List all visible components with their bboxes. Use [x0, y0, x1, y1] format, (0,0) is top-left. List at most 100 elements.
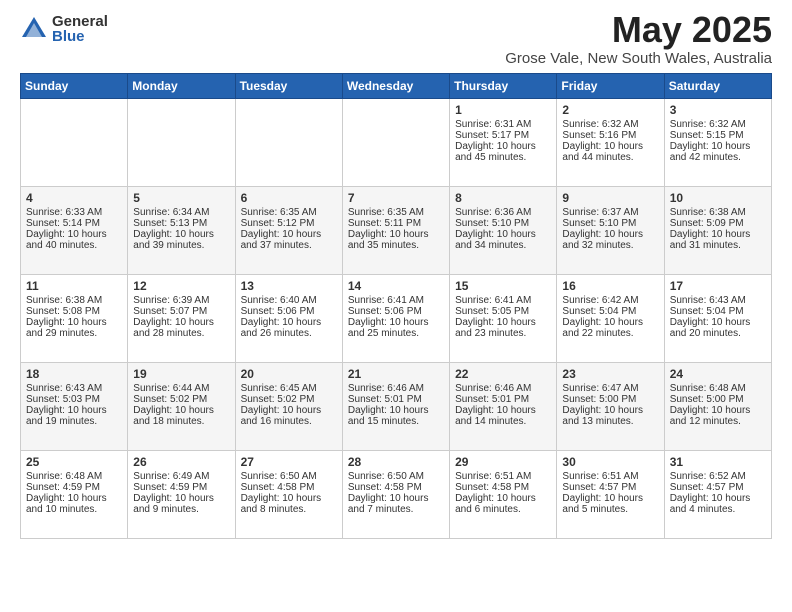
logo: General Blue	[20, 14, 108, 44]
calendar-cell: 22 Sunrise: 6:46 AM Sunset: 5:01 PM Dayl…	[450, 362, 557, 450]
day-header-sunday: Sunday	[21, 73, 128, 98]
calendar-cell: 21 Sunrise: 6:46 AM Sunset: 5:01 PM Dayl…	[342, 362, 449, 450]
calendar-cell: 3 Sunrise: 6:32 AM Sunset: 5:15 PM Dayli…	[664, 98, 771, 186]
day-header-saturday: Saturday	[664, 73, 771, 98]
sunrise-text: Sunrise: 6:41 AM	[348, 295, 424, 306]
daylight-text: Daylight: 10 hours and 34 minutes.	[455, 229, 536, 251]
sunset-text: Sunset: 4:59 PM	[133, 482, 207, 493]
day-number: 3	[670, 103, 766, 117]
daylight-text: Daylight: 10 hours and 32 minutes.	[562, 229, 643, 251]
day-number: 30	[562, 455, 658, 469]
sunrise-text: Sunrise: 6:38 AM	[26, 295, 102, 306]
calendar-cell: 4 Sunrise: 6:33 AM Sunset: 5:14 PM Dayli…	[21, 186, 128, 274]
calendar-cell	[235, 98, 342, 186]
day-header-wednesday: Wednesday	[342, 73, 449, 98]
calendar-cell: 26 Sunrise: 6:49 AM Sunset: 4:59 PM Dayl…	[128, 450, 235, 538]
calendar-cell: 1 Sunrise: 6:31 AM Sunset: 5:17 PM Dayli…	[450, 98, 557, 186]
sunset-text: Sunset: 4:57 PM	[562, 482, 636, 493]
day-header-row: SundayMondayTuesdayWednesdayThursdayFrid…	[21, 73, 772, 98]
location-subtitle: Grose Vale, New South Wales, Australia	[505, 50, 772, 67]
daylight-text: Daylight: 10 hours and 12 minutes.	[670, 405, 751, 427]
logo-blue-text: Blue	[52, 29, 108, 44]
daylight-text: Daylight: 10 hours and 22 minutes.	[562, 317, 643, 339]
sunrise-text: Sunrise: 6:50 AM	[241, 471, 317, 482]
sunset-text: Sunset: 5:09 PM	[670, 218, 744, 229]
daylight-text: Daylight: 10 hours and 42 minutes.	[670, 141, 751, 163]
sunset-text: Sunset: 5:01 PM	[455, 394, 529, 405]
calendar-cell: 31 Sunrise: 6:52 AM Sunset: 4:57 PM Dayl…	[664, 450, 771, 538]
logo-text: General Blue	[52, 14, 108, 44]
sunrise-text: Sunrise: 6:52 AM	[670, 471, 746, 482]
header: General Blue May 2025 Grose Vale, New So…	[20, 10, 772, 67]
daylight-text: Daylight: 10 hours and 44 minutes.	[562, 141, 643, 163]
daylight-text: Daylight: 10 hours and 6 minutes.	[455, 493, 536, 515]
sunset-text: Sunset: 5:01 PM	[348, 394, 422, 405]
day-number: 12	[133, 279, 229, 293]
day-number: 19	[133, 367, 229, 381]
calendar-week-row: 1 Sunrise: 6:31 AM Sunset: 5:17 PM Dayli…	[21, 98, 772, 186]
day-number: 25	[26, 455, 122, 469]
daylight-text: Daylight: 10 hours and 40 minutes.	[26, 229, 107, 251]
calendar-week-row: 11 Sunrise: 6:38 AM Sunset: 5:08 PM Dayl…	[21, 274, 772, 362]
calendar-cell	[128, 98, 235, 186]
calendar-cell	[21, 98, 128, 186]
calendar-cell: 23 Sunrise: 6:47 AM Sunset: 5:00 PM Dayl…	[557, 362, 664, 450]
daylight-text: Daylight: 10 hours and 5 minutes.	[562, 493, 643, 515]
sunset-text: Sunset: 4:57 PM	[670, 482, 744, 493]
title-area: May 2025 Grose Vale, New South Wales, Au…	[505, 10, 772, 67]
daylight-text: Daylight: 10 hours and 28 minutes.	[133, 317, 214, 339]
sunset-text: Sunset: 5:15 PM	[670, 130, 744, 141]
calendar-cell: 28 Sunrise: 6:50 AM Sunset: 4:58 PM Dayl…	[342, 450, 449, 538]
sunrise-text: Sunrise: 6:35 AM	[348, 207, 424, 218]
sunrise-text: Sunrise: 6:41 AM	[455, 295, 531, 306]
sunrise-text: Sunrise: 6:46 AM	[348, 383, 424, 394]
calendar-cell: 11 Sunrise: 6:38 AM Sunset: 5:08 PM Dayl…	[21, 274, 128, 362]
day-header-thursday: Thursday	[450, 73, 557, 98]
calendar-cell: 13 Sunrise: 6:40 AM Sunset: 5:06 PM Dayl…	[235, 274, 342, 362]
day-number: 9	[562, 191, 658, 205]
calendar-cell: 27 Sunrise: 6:50 AM Sunset: 4:58 PM Dayl…	[235, 450, 342, 538]
daylight-text: Daylight: 10 hours and 39 minutes.	[133, 229, 214, 251]
calendar-cell: 17 Sunrise: 6:43 AM Sunset: 5:04 PM Dayl…	[664, 274, 771, 362]
sunrise-text: Sunrise: 6:44 AM	[133, 383, 209, 394]
sunset-text: Sunset: 5:10 PM	[562, 218, 636, 229]
day-number: 2	[562, 103, 658, 117]
calendar-cell: 7 Sunrise: 6:35 AM Sunset: 5:11 PM Dayli…	[342, 186, 449, 274]
sunset-text: Sunset: 5:00 PM	[670, 394, 744, 405]
sunset-text: Sunset: 5:05 PM	[455, 306, 529, 317]
daylight-text: Daylight: 10 hours and 37 minutes.	[241, 229, 322, 251]
daylight-text: Daylight: 10 hours and 16 minutes.	[241, 405, 322, 427]
sunset-text: Sunset: 5:13 PM	[133, 218, 207, 229]
day-number: 11	[26, 279, 122, 293]
sunset-text: Sunset: 5:14 PM	[26, 218, 100, 229]
calendar-cell: 12 Sunrise: 6:39 AM Sunset: 5:07 PM Dayl…	[128, 274, 235, 362]
sunrise-text: Sunrise: 6:48 AM	[670, 383, 746, 394]
calendar-cell: 20 Sunrise: 6:45 AM Sunset: 5:02 PM Dayl…	[235, 362, 342, 450]
calendar-cell: 5 Sunrise: 6:34 AM Sunset: 5:13 PM Dayli…	[128, 186, 235, 274]
calendar-cell: 10 Sunrise: 6:38 AM Sunset: 5:09 PM Dayl…	[664, 186, 771, 274]
sunset-text: Sunset: 5:02 PM	[133, 394, 207, 405]
sunset-text: Sunset: 5:04 PM	[562, 306, 636, 317]
day-number: 24	[670, 367, 766, 381]
calendar-cell: 25 Sunrise: 6:48 AM Sunset: 4:59 PM Dayl…	[21, 450, 128, 538]
day-number: 21	[348, 367, 444, 381]
day-number: 22	[455, 367, 551, 381]
sunrise-text: Sunrise: 6:32 AM	[670, 119, 746, 130]
sunset-text: Sunset: 5:06 PM	[348, 306, 422, 317]
sunrise-text: Sunrise: 6:42 AM	[562, 295, 638, 306]
sunrise-text: Sunrise: 6:34 AM	[133, 207, 209, 218]
daylight-text: Daylight: 10 hours and 15 minutes.	[348, 405, 429, 427]
sunset-text: Sunset: 5:12 PM	[241, 218, 315, 229]
day-number: 6	[241, 191, 337, 205]
sunrise-text: Sunrise: 6:31 AM	[455, 119, 531, 130]
daylight-text: Daylight: 10 hours and 23 minutes.	[455, 317, 536, 339]
sunset-text: Sunset: 5:10 PM	[455, 218, 529, 229]
daylight-text: Daylight: 10 hours and 26 minutes.	[241, 317, 322, 339]
day-number: 18	[26, 367, 122, 381]
sunset-text: Sunset: 5:03 PM	[26, 394, 100, 405]
sunrise-text: Sunrise: 6:40 AM	[241, 295, 317, 306]
sunset-text: Sunset: 5:00 PM	[562, 394, 636, 405]
calendar-cell: 9 Sunrise: 6:37 AM Sunset: 5:10 PM Dayli…	[557, 186, 664, 274]
sunrise-text: Sunrise: 6:32 AM	[562, 119, 638, 130]
day-number: 7	[348, 191, 444, 205]
